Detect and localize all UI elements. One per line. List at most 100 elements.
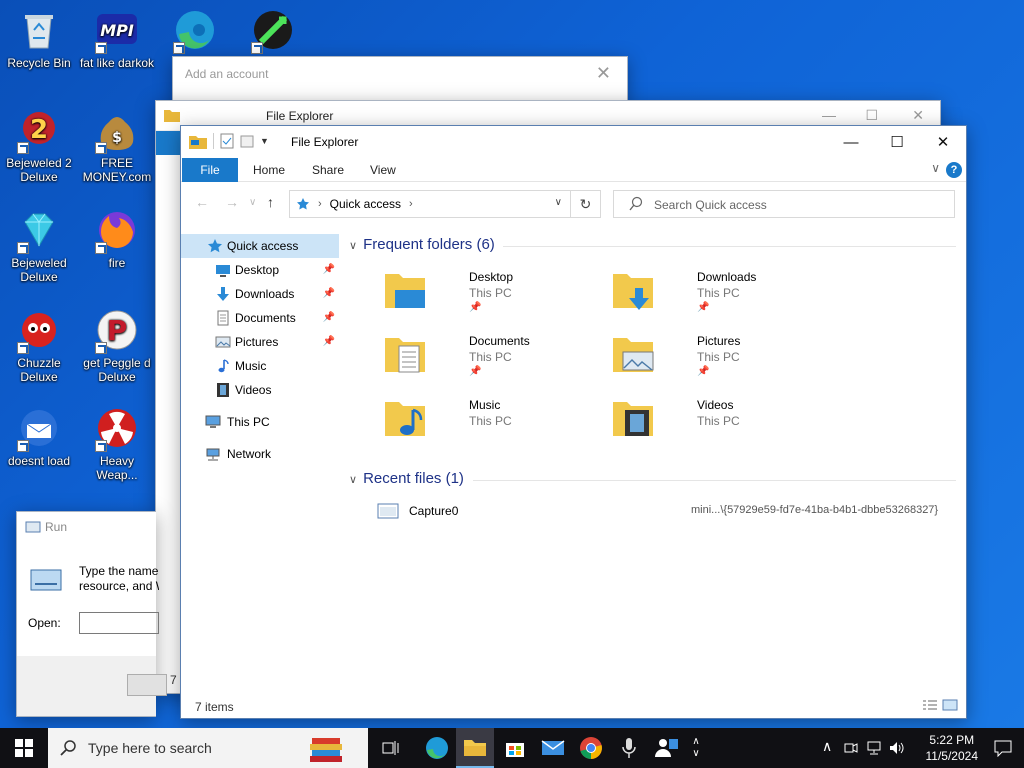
folder-tile-pictures[interactable]: Pictures This PC 📌 xyxy=(611,332,831,388)
details-view-icon[interactable] xyxy=(922,699,938,711)
new-folder-icon[interactable] xyxy=(240,133,254,149)
desktop-icon-label: get Peggle d Deluxe xyxy=(83,356,151,384)
pin-icon[interactable]: 📌 xyxy=(323,282,335,306)
ok-button[interactable] xyxy=(127,674,167,696)
start-button[interactable] xyxy=(0,728,48,768)
svg-text:2: 2 xyxy=(30,115,48,145)
search-box[interactable]: Search Quick access xyxy=(613,190,955,218)
desktop-icon-edge[interactable] xyxy=(156,8,234,56)
recent-files-header[interactable]: ∨ Recent files (1) xyxy=(349,470,464,487)
minimize-button[interactable]: — xyxy=(828,126,874,158)
search-input[interactable]: Type here to search xyxy=(88,740,212,756)
properties-icon[interactable] xyxy=(220,133,234,149)
pin-icon[interactable]: 📌 xyxy=(323,330,335,354)
books-icon xyxy=(310,738,342,762)
folder-tile-documents[interactable]: Documents This PC 📌 xyxy=(383,332,603,388)
taskbar-microphone[interactable] xyxy=(610,728,648,768)
run-description-line: Type the name xyxy=(79,564,159,578)
search-input[interactable]: Search Quick access xyxy=(654,198,767,212)
frequent-folders-header[interactable]: ∨ Frequent folders (6) xyxy=(349,236,495,253)
task-view-button[interactable] xyxy=(372,728,410,768)
shortcut-arrow-icon xyxy=(95,242,107,254)
taskbar-store[interactable] xyxy=(496,728,534,768)
tab-view[interactable]: View xyxy=(370,158,396,182)
quick-access-star-icon xyxy=(208,239,222,253)
shortcut-arrow-icon xyxy=(95,142,107,154)
folder-tile-downloads[interactable]: Downloads This PC 📌 xyxy=(611,268,831,324)
folder-tile-music[interactable]: Music This PC xyxy=(383,396,603,452)
recent-locations-icon[interactable]: ∨ xyxy=(249,197,256,208)
taskbar-user-app[interactable] xyxy=(648,728,686,768)
maximize-icon[interactable]: ☐ xyxy=(865,107,878,124)
sidebar-item-music[interactable]: Music xyxy=(181,354,339,378)
pin-icon: 📌 xyxy=(469,366,482,377)
taskbar-chrome[interactable] xyxy=(572,728,610,768)
back-arrow-icon[interactable]: ← xyxy=(195,194,209,210)
breadcrumb[interactable]: Quick access xyxy=(330,197,401,211)
collapse-chevron-icon[interactable]: ∨ xyxy=(349,474,357,486)
close-icon[interactable]: ✕ xyxy=(912,107,924,124)
close-button[interactable]: ✕ xyxy=(920,126,966,158)
network-tray-icon[interactable] xyxy=(866,740,882,756)
desktop-icon-fat-like-darkok[interactable]: MPI fat like darkok xyxy=(78,8,156,70)
taskbar-file-explorer[interactable] xyxy=(456,728,494,768)
folder-tile-desktop[interactable]: Desktop This PC 📌 xyxy=(383,268,603,324)
recycle-bin-icon xyxy=(17,8,61,52)
tab-share[interactable]: Share xyxy=(312,158,344,182)
pin-icon[interactable]: 📌 xyxy=(323,258,335,282)
collapse-chevron-icon[interactable]: ∨ xyxy=(349,240,357,252)
desktop-icon-heavy-weapon[interactable]: Heavy Weap... xyxy=(78,406,156,482)
desktop-icon-green-app[interactable] xyxy=(234,8,312,56)
desktop-icon-free-money[interactable]: $ FREE MONEY.com xyxy=(78,108,156,184)
taskbar-search[interactable]: Type here to search xyxy=(48,728,368,768)
meet-now-icon[interactable] xyxy=(844,740,858,756)
forward-arrow-icon[interactable]: → xyxy=(225,194,239,210)
list-item[interactable]: Capture0 mini...\{57929e59-fd7e-41ba-b4b… xyxy=(373,500,953,522)
breadcrumb-chevron-icon[interactable]: › xyxy=(409,198,413,210)
tab-file[interactable]: File xyxy=(182,158,238,182)
tab-home[interactable]: Home xyxy=(253,158,285,182)
maximize-button[interactable]: ☐ xyxy=(874,126,920,158)
open-input[interactable] xyxy=(79,612,159,634)
desktop-icon-fire[interactable]: fire xyxy=(78,208,156,270)
large-icons-view-icon[interactable] xyxy=(942,699,958,711)
pin-icon[interactable]: 📌 xyxy=(323,306,335,330)
volume-icon[interactable] xyxy=(888,740,904,756)
expand-ribbon-icon[interactable]: ∨ xyxy=(931,161,940,175)
address-bar[interactable]: › Quick access › ∨ xyxy=(289,190,571,218)
taskbar-mail[interactable] xyxy=(534,728,572,768)
sidebar-item-documents[interactable]: Documents 📌 xyxy=(181,306,339,330)
help-icon[interactable]: ? xyxy=(946,162,962,178)
desktop-icon-bejeweled[interactable]: Bejeweled Deluxe xyxy=(0,208,78,284)
refresh-button[interactable]: ↻ xyxy=(571,190,601,218)
sidebar-item-network[interactable]: Network xyxy=(181,442,339,466)
minimize-icon[interactable]: — xyxy=(822,107,836,123)
show-hidden-icons-chevron-icon[interactable]: ∧ xyxy=(822,738,832,755)
shortcut-arrow-icon xyxy=(17,342,29,354)
mpi-logo-icon: MPI xyxy=(95,8,139,54)
taskbar-edge[interactable] xyxy=(418,728,456,768)
sidebar-item-desktop[interactable]: Desktop 📌 xyxy=(181,258,339,282)
address-dropdown-icon[interactable]: ∨ xyxy=(555,197,562,208)
sidebar-item-this-pc[interactable]: This PC xyxy=(181,410,339,434)
action-center-button[interactable] xyxy=(982,728,1024,768)
folder-name: Pictures xyxy=(697,334,741,348)
sidebar-item-downloads[interactable]: Downloads 📌 xyxy=(181,282,339,306)
folder-tile-videos[interactable]: Videos This PC xyxy=(611,396,831,452)
taskbar-overflow[interactable]: ∧ ∨ xyxy=(686,728,706,768)
window-title: File Explorer xyxy=(291,135,359,149)
sidebar-item-videos[interactable]: Videos xyxy=(181,378,339,402)
sidebar-item-quick-access[interactable]: Quick access xyxy=(181,234,339,258)
desktop-icon-doesnt-load[interactable]: doesnt load xyxy=(0,406,78,468)
desktop-icon-chuzzle[interactable]: Chuzzle Deluxe xyxy=(0,308,78,384)
desktop-icon-recycle-bin[interactable]: Recycle Bin xyxy=(0,8,78,70)
download-arrow-icon xyxy=(217,287,229,301)
desktop-icon-peggle[interactable]: P get Peggle d Deluxe xyxy=(78,308,156,384)
customize-toolbar-icon[interactable]: ▼ xyxy=(260,136,269,146)
clock[interactable]: 5:22 PM 11/5/2024 xyxy=(926,732,979,764)
close-icon[interactable]: ✕ xyxy=(596,63,611,84)
sidebar-item-pictures[interactable]: Pictures 📌 xyxy=(181,330,339,354)
up-arrow-icon[interactable]: ↑ xyxy=(267,194,274,210)
desktop-icon-bejeweled-2[interactable]: 2 Bejeweled 2 Deluxe xyxy=(0,108,78,184)
desktop-icon-label: doesnt load xyxy=(7,454,71,468)
